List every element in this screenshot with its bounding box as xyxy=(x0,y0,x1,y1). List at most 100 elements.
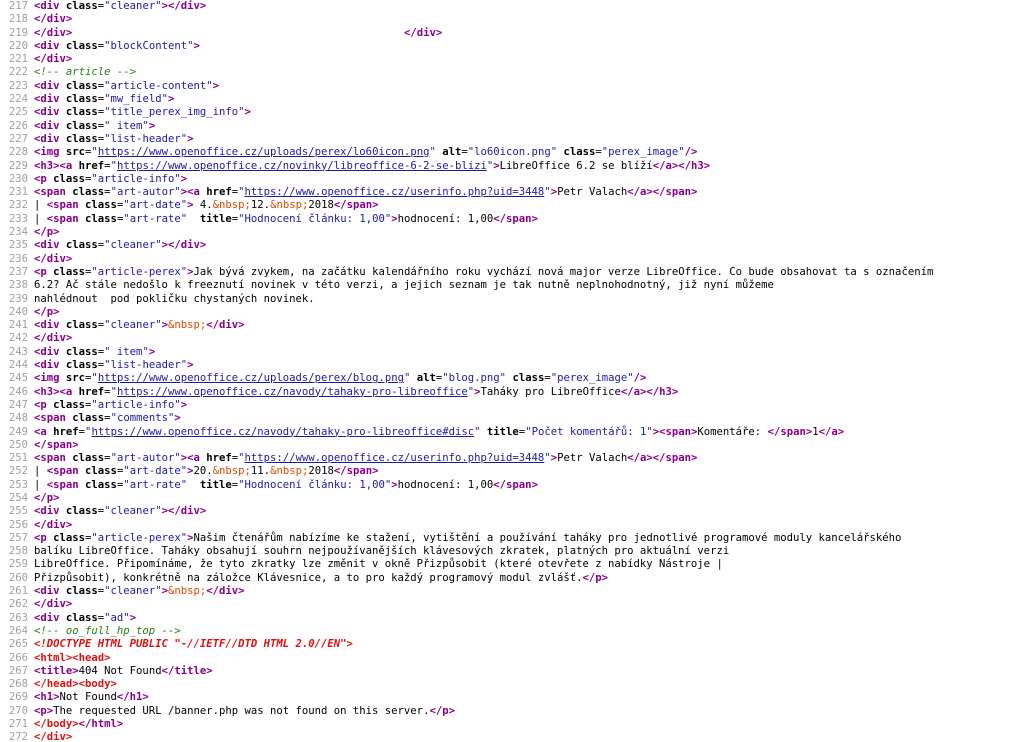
code-token: class xyxy=(563,146,596,159)
line-code: <h3><a href="https://www.openoffice.cz/n… xyxy=(34,386,678,399)
code-token: "art-rate" xyxy=(123,212,188,225)
code-token: class xyxy=(72,186,105,199)
code-token: class xyxy=(65,79,98,92)
code-token: <img xyxy=(34,372,66,385)
code-token: class xyxy=(53,398,86,411)
source-viewer[interactable]: 217 <div class="cleaner"></div> 218 </div> 2… xyxy=(0,0,1024,742)
code-token: "cleaner" xyxy=(104,239,162,252)
code-token: <!-- oo_full_hp_top --> xyxy=(34,624,181,637)
code-token: LibreOffice 6.2 se blíží xyxy=(499,159,653,172)
source-line: 257 <p class="article-perex">Našim čtenář… xyxy=(0,532,1024,545)
source-link[interactable]: https://www.openoffice.cz/novinky/libreo… xyxy=(117,160,487,172)
source-line: 243 <div class=" item"> xyxy=(0,346,1024,359)
code-token: ><a xyxy=(180,186,207,199)
code-token: "Počet komentářů: 1" xyxy=(525,425,653,438)
code-token: <div xyxy=(34,319,66,332)
code-token: class xyxy=(65,119,98,132)
source-line: 226 <div class=" item"> xyxy=(0,120,1024,133)
code-token: <h3><a xyxy=(34,385,79,398)
code-token: src xyxy=(65,146,86,159)
line-code: <p class="article-info"> xyxy=(34,399,187,412)
source-link[interactable]: https://www.openoffice.cz/uploads/perex/… xyxy=(98,146,430,158)
source-link[interactable]: https://www.openoffice.cz/userinfo.php?u… xyxy=(245,186,545,198)
code-token: </div> xyxy=(206,585,245,598)
code-token: 20. xyxy=(193,465,213,478)
source-line: 227 <div class="list-header"> xyxy=(0,133,1024,146)
source-line: 270 <p>The requested URL /banner.php was … xyxy=(0,705,1024,718)
code-token: &nbsp; xyxy=(167,319,207,332)
source-line: 218 </div> xyxy=(0,13,1024,26)
line-number: 257 xyxy=(8,531,28,544)
line-number: 247 xyxy=(8,398,28,411)
source-line: 223 <div class="article-content"> xyxy=(0,80,1024,93)
line-code: </p> xyxy=(34,492,60,505)
code-token: <!DOCTYPE HTML PUBLIC "-//IETF//DTD HTML… xyxy=(34,638,353,651)
code-token: <div xyxy=(34,0,66,12)
code-token: class xyxy=(65,93,98,106)
code-token: "article-info" xyxy=(91,398,181,411)
code-token: " item" xyxy=(104,119,149,132)
code-token: </div> xyxy=(34,598,73,611)
line-number: 267 xyxy=(8,664,28,677)
code-token: &nbsp; xyxy=(212,465,251,478)
code-token: </div> xyxy=(34,332,73,345)
source-line: 268 </head><body> xyxy=(0,678,1024,691)
code-token: balíku LibreOffice. Taháky obsahují souh… xyxy=(34,545,730,558)
code-token: > xyxy=(193,39,200,52)
code-token: "Hodnocení článku: 1,00" xyxy=(238,478,392,491)
code-token: hodnocení: 1,00 xyxy=(397,212,494,225)
code-token: <a xyxy=(34,425,54,438)
code-token: "article-perex" xyxy=(91,265,188,278)
code-token: "blockContent" xyxy=(104,39,194,52)
line-number: 245 xyxy=(8,372,28,385)
code-token: class xyxy=(65,345,98,358)
source-line: 250 </span> xyxy=(0,439,1024,452)
line-number: 224 xyxy=(8,93,28,106)
line-code: </div> xyxy=(34,332,72,345)
code-token: class xyxy=(85,478,117,491)
line-number: 218 xyxy=(8,13,28,26)
code-token: </div> xyxy=(34,252,73,265)
code-token: href xyxy=(206,452,232,465)
line-code: </div> xyxy=(34,731,72,742)
line-number: 235 xyxy=(8,239,28,252)
source-line: 238 6.2? Ač stále nedošlo k freeznutí nov… xyxy=(0,279,1024,292)
source-line: 254 </p> xyxy=(0,492,1024,505)
code-token: </body> xyxy=(34,718,79,731)
source-line: 246 <h3><a href="https://www.openoffice.c… xyxy=(0,386,1024,399)
code-token: 2018 xyxy=(308,465,334,478)
source-line: 271 </body></html> xyxy=(0,718,1024,731)
source-link[interactable]: https://www.openoffice.cz/uploads/perex/… xyxy=(98,372,404,384)
code-token: LibreOffice. Připomínáme, že tyto zkratk… xyxy=(34,558,723,571)
line-number: 226 xyxy=(8,119,28,132)
source-link[interactable]: https://www.openoffice.cz/userinfo.php?u… xyxy=(245,452,545,464)
code-token: </p> xyxy=(34,491,60,504)
source-line: 258 balíku LibreOffice. Taháky obsahují s… xyxy=(0,545,1024,558)
code-token: </a></h3> xyxy=(652,159,711,172)
source-line: 224 <div class="mw_field"> xyxy=(0,93,1024,106)
code-token: | xyxy=(34,478,47,491)
code-token: hodnocení: 1,00 xyxy=(397,478,494,491)
line-number: 240 xyxy=(8,305,28,318)
code-token: </head><body> xyxy=(34,678,117,691)
source-line: 220 <div class="blockContent"> xyxy=(0,40,1024,53)
code-token: <span xyxy=(46,478,86,491)
line-number: 258 xyxy=(8,545,28,558)
source-line: 236 </div> xyxy=(0,253,1024,266)
code-token: > xyxy=(129,611,137,624)
code-token: class xyxy=(65,359,98,372)
code-token: <div xyxy=(34,106,66,119)
code-token: Petr Valach xyxy=(557,452,628,465)
source-link[interactable]: https://www.openoffice.cz/navody/tahaky-… xyxy=(91,426,474,438)
line-code: <div class="mw_field"> xyxy=(34,93,174,106)
source-link[interactable]: https://www.openoffice.cz/navody/tahaky-… xyxy=(117,386,468,398)
code-token: <span xyxy=(34,452,73,465)
line-code: | <span class="art-rate" title="Hodnocen… xyxy=(34,213,538,226)
code-token: "cleaner" xyxy=(104,0,162,12)
code-token: | xyxy=(34,465,47,478)
code-token: <div xyxy=(34,345,66,358)
source-line: 222 <!-- article --> xyxy=(0,66,1024,79)
code-token: &nbsp; xyxy=(167,585,207,598)
code-token: > xyxy=(244,106,251,119)
code-token: </div> xyxy=(34,53,73,66)
